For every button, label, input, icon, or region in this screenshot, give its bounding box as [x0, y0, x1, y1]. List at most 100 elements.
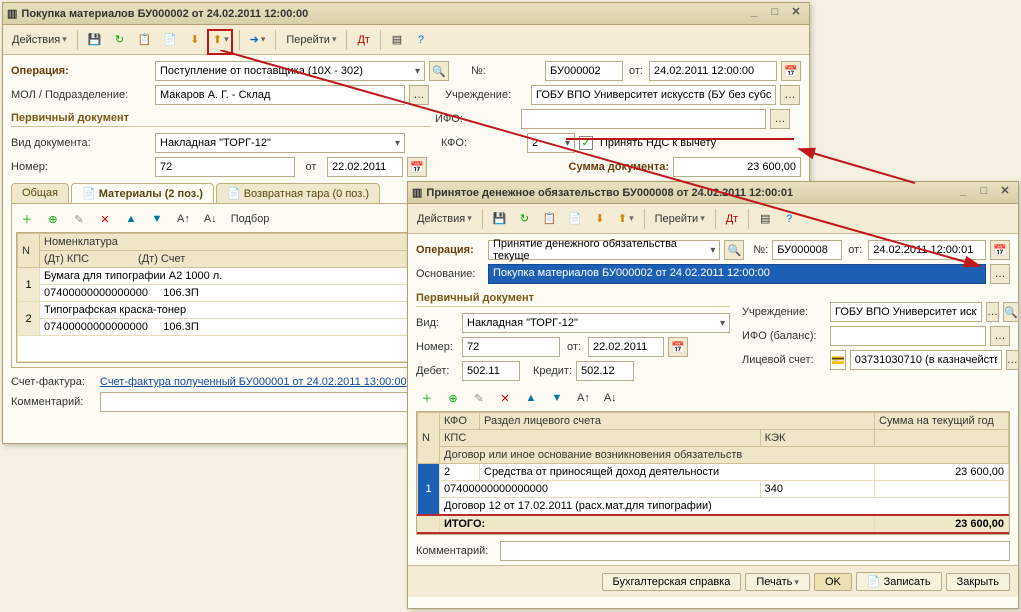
edit-icon[interactable]: ✎	[68, 208, 90, 230]
down2-icon[interactable]: ▼	[546, 387, 568, 409]
uchr2-lookup-icon[interactable]: 🔍	[1003, 302, 1019, 322]
debet-input[interactable]	[462, 361, 520, 381]
calendar4-icon[interactable]: 📅	[668, 337, 688, 357]
vid-select[interactable]: Накладная "ТОРГ-12"	[155, 133, 405, 153]
calendar-icon[interactable]: 📅	[781, 61, 801, 81]
sort-desc-icon[interactable]: A↓	[199, 208, 222, 230]
up-icon[interactable]: ▲	[120, 208, 142, 230]
table-row[interactable]: Договор 12 от 17.02.2011 (расх.мат.для т…	[418, 498, 1009, 516]
table-row[interactable]: 07400000000000000 340	[418, 481, 1009, 498]
up2-icon[interactable]: ▲	[520, 387, 542, 409]
nomer2-date[interactable]	[588, 337, 664, 357]
copy-icon[interactable]: 📄	[563, 208, 587, 230]
sort2b-icon[interactable]: A↓	[599, 387, 622, 409]
tab-general[interactable]: Общая	[11, 183, 69, 203]
number-input[interactable]	[545, 61, 623, 81]
sf-label: Счет-фактура:	[11, 376, 96, 388]
nomer2-input[interactable]	[462, 337, 560, 357]
out-icon[interactable]: ⬆	[208, 29, 234, 51]
dk-icon[interactable]: Дт	[721, 208, 744, 230]
print-button[interactable]: Печать	[745, 573, 810, 591]
osn-input[interactable]: Покупка материалов БУ000002 от 24.02.201…	[488, 264, 986, 284]
ifo-input[interactable]	[521, 109, 766, 129]
post-icon[interactable]: 📋	[537, 208, 561, 230]
close-icon[interactable]: ✕	[996, 184, 1014, 200]
titlebar-2[interactable]: ▥ Принятое денежное обязательство БУ0000…	[408, 182, 1018, 204]
maximize-icon[interactable]: □	[766, 6, 784, 22]
del2-icon[interactable]: ✕	[494, 387, 516, 409]
tab-tara[interactable]: 📄 Возвратная тара (0 поз.)	[216, 183, 380, 203]
del-icon[interactable]: ✕	[94, 208, 116, 230]
calendar2-icon[interactable]: 📅	[407, 157, 427, 177]
maximize-icon[interactable]: □	[975, 185, 993, 201]
comment2-input[interactable]	[500, 541, 1010, 561]
in-icon[interactable]: ⬇	[184, 29, 206, 51]
out-icon[interactable]: ⬆	[613, 208, 639, 230]
mol-input[interactable]	[155, 85, 405, 105]
op2-lookup-icon[interactable]: 🔍	[724, 240, 744, 260]
ok-button[interactable]: OK	[814, 573, 852, 591]
uchr-lookup-icon[interactable]: …	[780, 85, 800, 105]
date2-input[interactable]	[868, 240, 986, 260]
goto-menu-2[interactable]: Перейти	[650, 208, 710, 230]
ifo-lookup-icon[interactable]: …	[770, 109, 790, 129]
actions-menu-2[interactable]: Действия	[412, 208, 477, 230]
create-based-icon[interactable]: ➜	[245, 29, 271, 51]
in-icon[interactable]: ⬇	[589, 208, 611, 230]
refresh-icon[interactable]: ↻	[513, 208, 535, 230]
add-icon[interactable]: ＋	[16, 208, 38, 230]
save-icon[interactable]: 💾	[83, 29, 107, 51]
titlebar-1[interactable]: ▥ Покупка материалов БУ000002 от 24.02.2…	[3, 3, 809, 25]
edit2-icon[interactable]: ✎	[468, 387, 490, 409]
save-icon[interactable]: 💾	[488, 208, 512, 230]
num2-input[interactable]	[772, 240, 842, 260]
help-icon[interactable]: ?	[410, 29, 432, 51]
bs-button[interactable]: Бухгалтерская справка	[602, 573, 742, 591]
minimize-icon[interactable]: _	[954, 185, 972, 201]
docsum-value[interactable]	[673, 157, 801, 177]
uchr2-input[interactable]	[830, 302, 982, 322]
actions-menu[interactable]: Действия	[7, 29, 72, 51]
add2-icon[interactable]: ⊕	[42, 208, 64, 230]
operation-select[interactable]: Поступление от поставщика (10Х - 302)	[155, 61, 425, 81]
sort-asc-icon[interactable]: A↑	[172, 208, 195, 230]
report-icon[interactable]: ▤	[386, 29, 408, 51]
ifo2-input[interactable]	[830, 326, 986, 346]
sf-link[interactable]: Счет-фактура полученный БУ000001 от 24.0…	[100, 376, 407, 388]
nomer-input[interactable]	[155, 157, 295, 177]
write-button[interactable]: 📄 Записать	[856, 572, 942, 591]
podbor-button[interactable]: Подбор	[226, 208, 275, 230]
obligation-grid[interactable]: N КФО Раздел лицевого счета Сумма на тек…	[416, 411, 1010, 535]
osn-lookup-icon[interactable]: …	[990, 264, 1010, 284]
ifo2-dots-icon[interactable]: …	[990, 326, 1010, 346]
ls-input[interactable]	[850, 350, 1002, 370]
minimize-icon[interactable]: _	[745, 6, 763, 22]
vid2-select[interactable]: Накладная "ТОРГ-12"	[462, 313, 730, 333]
goto-menu[interactable]: Перейти	[281, 29, 341, 51]
sort2a-icon[interactable]: A↑	[572, 387, 595, 409]
op2-select[interactable]: Принятие денежного обязательства текуще	[488, 240, 720, 260]
kredit-input[interactable]	[576, 361, 634, 381]
uchr2-dots-icon[interactable]: …	[986, 302, 999, 322]
mol-lookup-icon[interactable]: …	[409, 85, 429, 105]
add2c-icon[interactable]: ⊕	[442, 387, 464, 409]
copy-icon[interactable]: 📄	[158, 29, 182, 51]
close-button[interactable]: Закрыть	[946, 573, 1010, 591]
nomer-date-input[interactable]	[327, 157, 403, 177]
date-input[interactable]	[649, 61, 777, 81]
report-icon[interactable]: ▤	[754, 208, 776, 230]
ls-dots-icon[interactable]: …	[1006, 350, 1019, 370]
down-icon[interactable]: ▼	[146, 208, 168, 230]
refresh-icon[interactable]: ↻	[108, 29, 130, 51]
close-icon[interactable]: ✕	[787, 5, 805, 21]
help-icon[interactable]: ?	[778, 208, 800, 230]
op-lookup-icon[interactable]: 🔍	[429, 61, 449, 81]
table-row[interactable]: 1 2 Средства от приносящей доход деятель…	[418, 464, 1009, 481]
kfo-select[interactable]: 2	[527, 133, 575, 153]
tab-materials[interactable]: 📄 Материалы (2 поз.)	[71, 183, 214, 203]
post-icon[interactable]: 📋	[132, 29, 156, 51]
uchr-input[interactable]	[531, 85, 776, 105]
dk-icon[interactable]: Дт	[352, 29, 375, 51]
add2b-icon[interactable]: ＋	[416, 387, 438, 409]
calendar3-icon[interactable]: 📅	[990, 240, 1010, 260]
